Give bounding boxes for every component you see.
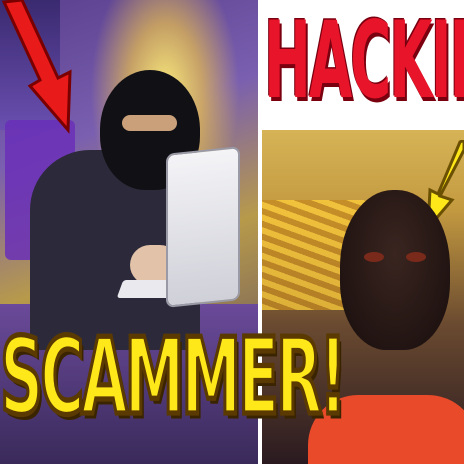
red-arrow-icon [1, 0, 72, 134]
man-right-eye [406, 252, 426, 262]
hacker-eyes [122, 115, 177, 131]
scammer-caption: SCAMMER! [0, 316, 348, 440]
man-face [340, 190, 450, 350]
laptop [168, 148, 238, 306]
thumbnail: HACKING SCAMMER! [0, 0, 464, 464]
man-left-eye [364, 252, 384, 262]
hacking-caption: HACKING [264, 0, 464, 124]
